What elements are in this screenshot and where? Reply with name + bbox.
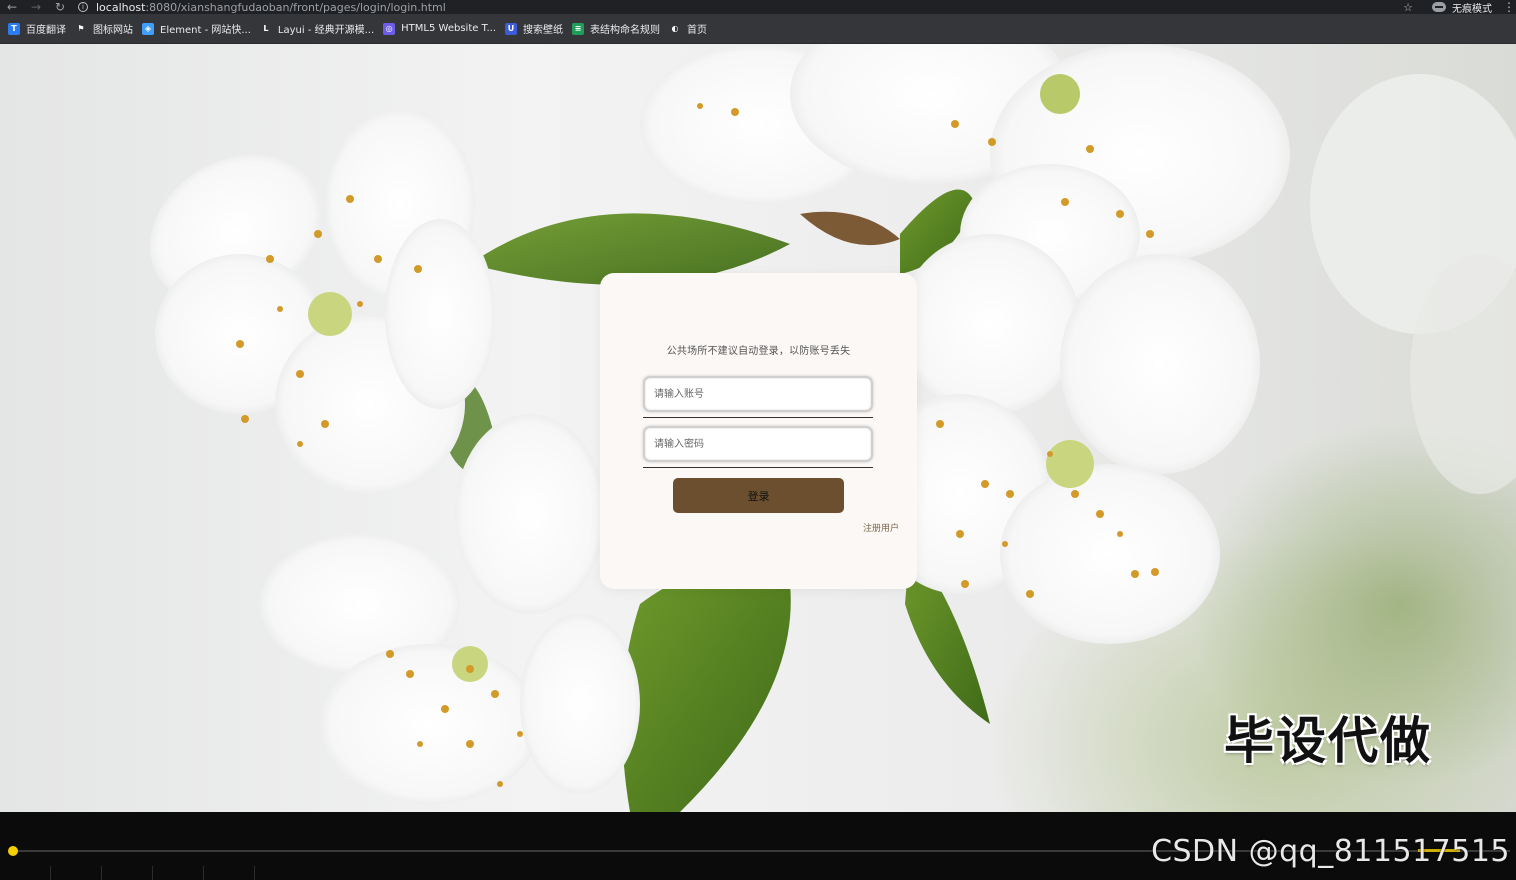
player-controls [0,866,255,880]
player-control-2[interactable] [51,866,102,880]
table-icon: ≡ [572,22,585,35]
html5-icon: ◎ [383,22,396,35]
bookmark-star-icon[interactable]: ☆ [1398,1,1418,14]
flag-icon: ⚑ [75,22,87,35]
player-control-5[interactable] [204,866,255,880]
element-icon: ◈ [142,22,154,35]
login-notice: 公共场所不建议自动登录，以防账号丢失 [666,346,851,357]
forward-arrow-icon[interactable]: → [24,1,48,13]
player-control-1[interactable] [0,866,51,880]
login-card: 公共场所不建议自动登录，以防账号丢失 登录 注册用户 [600,273,917,589]
password-field-wrapper [643,426,873,468]
back-arrow-icon[interactable]: ← [0,1,24,13]
site-info-icon[interactable]: i [78,2,88,12]
player-control-3[interactable] [102,866,153,880]
globe-icon: ◐ [669,22,682,35]
reload-icon[interactable]: ↻ [48,1,72,13]
bookmark-label: 百度翻译 [26,25,66,36]
browser-address-bar: ← → ↻ i localhost:8080/xianshangfudaoban… [0,0,1516,15]
watermark-text: 毕设代做 [1224,712,1432,770]
translate-icon: T [8,22,20,35]
url-host: localhost [96,0,146,14]
incognito-icon [1432,2,1446,12]
bookmark-label: 搜索壁纸 [523,25,564,36]
bookmark-item[interactable]: T 百度翻译 [6,18,73,40]
bookmark-label: Element - 网站快... [160,25,251,36]
bookmark-item[interactable]: L Layui - 经典开源模... [258,18,381,40]
player-control-4[interactable] [153,866,204,880]
progress-knob[interactable] [8,846,18,856]
login-button[interactable]: 登录 [673,478,844,513]
video-player-bar: CSDN @qq_811517515 [0,812,1516,880]
bookmark-item[interactable]: ◈ Element - 网站快... [140,18,258,40]
username-input[interactable] [643,376,873,412]
url-field[interactable]: localhost:8080/xianshangfudaoban/front/p… [96,1,1398,14]
bookmark-label: 图标网站 [93,25,133,36]
bookmark-label: 表结构命名规则 [590,25,661,36]
bookmark-item[interactable]: ⚑ 图标网站 [73,18,140,40]
login-page: 公共场所不建议自动登录，以防账号丢失 登录 注册用户 毕设代做 [0,44,1516,812]
url-path: :8080/xianshangfudaoban/front/pages/logi… [145,0,446,14]
bookmark-item[interactable]: U 搜索壁纸 [503,18,570,40]
browser-menu-icon[interactable]: ⋮ [1502,0,1516,14]
bookmark-label: HTML5 Website T... [401,23,497,34]
wallpaper-icon: U [505,22,518,35]
username-field-wrapper [643,376,873,418]
bookmark-label: 首页 [687,25,708,36]
bookmark-label: Layui - 经典开源模... [277,25,375,36]
bookmark-item[interactable]: ◐ 首页 [667,18,714,40]
csdn-watermark: CSDN @qq_811517515 [1151,834,1510,869]
register-user-link[interactable]: 注册用户 [863,521,899,534]
password-input[interactable] [643,426,873,462]
bookmarks-bar: T 百度翻译 ⚑ 图标网站 ◈ Element - 网站快... L Layui - 经典开源… [0,14,1516,44]
incognito-label: 无痕模式 [1452,3,1492,15]
incognito-badge[interactable]: 无痕模式 [1432,0,1492,15]
bookmark-item[interactable]: ≡ 表结构命名规则 [570,18,667,40]
bookmark-item[interactable]: ◎ HTML5 Website T... [381,18,503,40]
layui-icon: L [259,22,272,35]
